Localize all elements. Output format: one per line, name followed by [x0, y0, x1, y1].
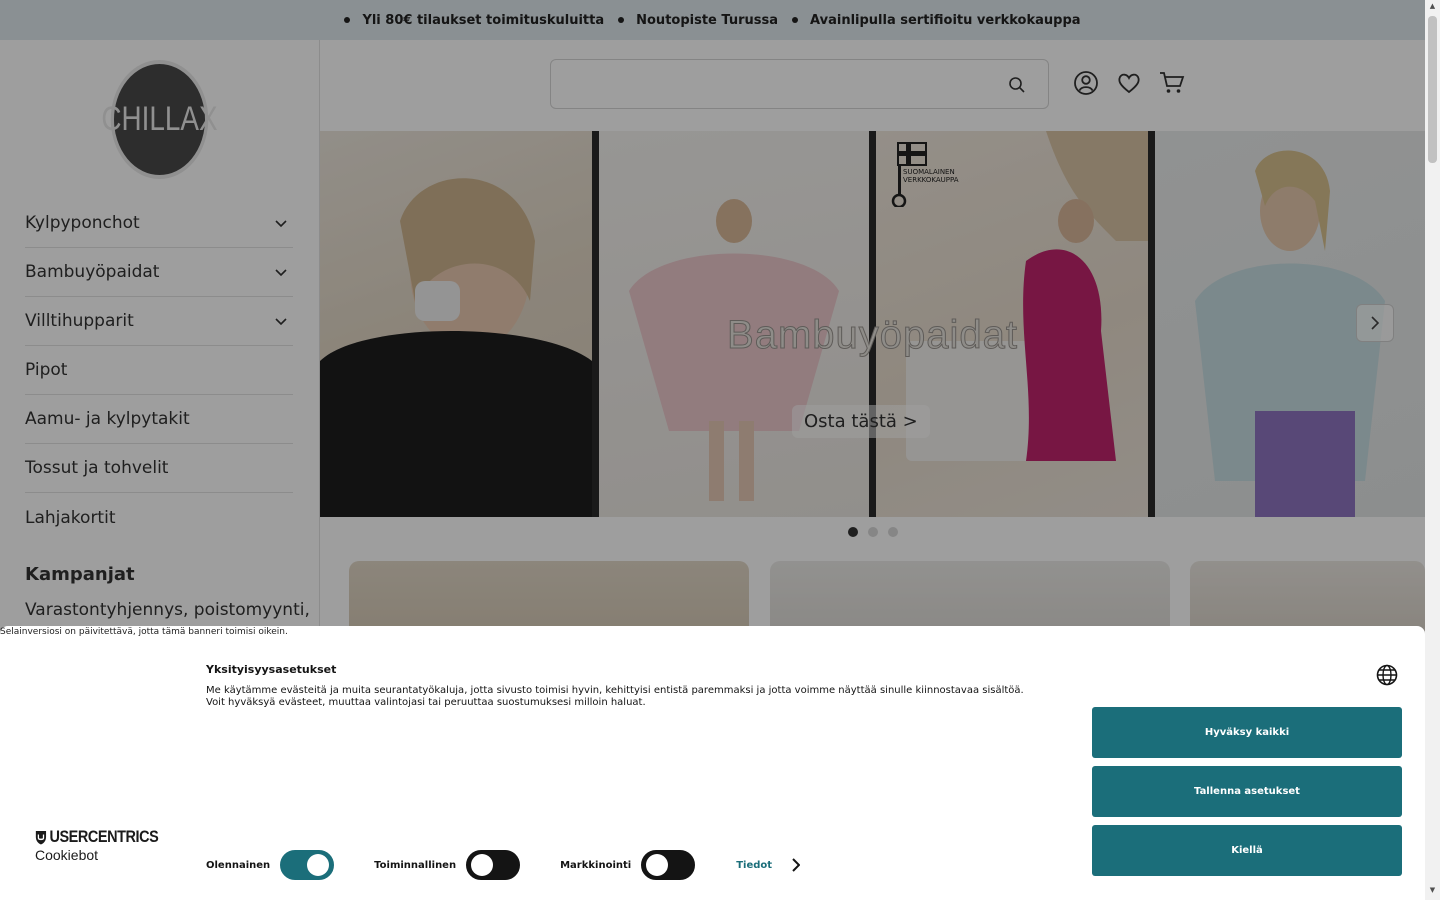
save-settings-button[interactable]: Tallenna asetukset [1092, 766, 1402, 817]
functional-toggle[interactable] [466, 850, 521, 880]
cookie-description-line: Me käytämme evästeitä ja muita seurantat… [206, 685, 1024, 696]
scrollbar-thumb[interactable] [1428, 16, 1437, 163]
toggle-knob [471, 854, 494, 876]
marketing-toggle[interactable] [641, 850, 696, 880]
toggle-group-functional: Toiminnallinen [374, 850, 521, 880]
toggle-group-marketing: Markkinointi [560, 850, 696, 880]
essential-toggle[interactable] [280, 850, 335, 880]
details-label: Tiedot [736, 859, 773, 871]
cookie-description-line: Voit hyväksyä evästeet, muuttaa valintoj… [206, 697, 646, 708]
page-scrollbar[interactable]: ▲ ▼ [1425, 0, 1440, 900]
scroll-up-arrow-icon[interactable]: ▲ [1428, 2, 1437, 11]
toggle-knob [307, 854, 330, 876]
deny-button[interactable]: Kiellä [1092, 825, 1402, 876]
details-link[interactable]: Tiedot [736, 858, 801, 872]
usercentrics-brand-text: USERCENTRICS [49, 827, 159, 846]
toggle-knob [646, 854, 669, 876]
toggle-group-essential: Olennainen [206, 850, 335, 880]
cookiebot-label: Cookiebot [35, 847, 99, 863]
toggle-label: Olennainen [206, 859, 271, 871]
cookie-consent-banner: Selainversiosi on päivitettävä, jotta tä… [0, 626, 1425, 900]
usercentrics-brand: USERCENTRICS [35, 827, 159, 847]
accept-all-button[interactable]: Hyväksy kaikki [1092, 707, 1402, 758]
cookie-title: Yksityisyysasetukset [206, 663, 337, 676]
language-globe-icon[interactable] [1376, 664, 1398, 686]
scroll-down-arrow-icon[interactable]: ▼ [1428, 886, 1437, 895]
chevron-right-icon [792, 858, 801, 872]
consent-toggles: Olennainen Toiminnallinen Markkinointi T… [206, 850, 801, 880]
usercentrics-logo: USERCENTRICS Cookiebot [35, 827, 180, 863]
toggle-label: Markkinointi [560, 859, 632, 871]
browser-update-note: Selainversiosi on päivitettävä, jotta tä… [0, 627, 288, 637]
shield-icon [35, 830, 47, 844]
toggle-label: Toiminnallinen [374, 859, 457, 871]
cookie-description: Me käytämme evästeitä ja muita seurantat… [206, 685, 1046, 709]
